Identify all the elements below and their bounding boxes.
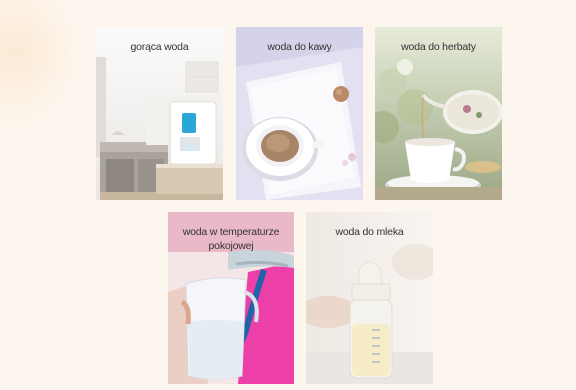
card-label: woda do kawy bbox=[267, 41, 332, 53]
card-milk-water[interactable]: woda do mleka bbox=[306, 212, 433, 384]
card-label: woda w temperaturze pokojowej bbox=[182, 226, 280, 252]
card-label: woda do herbaty bbox=[401, 41, 476, 53]
card-hot-water[interactable]: gorąca woda bbox=[96, 27, 223, 200]
card-room-temp-water[interactable]: woda w temperaturze pokojowej bbox=[168, 212, 294, 384]
card-tea-water[interactable]: woda do herbaty bbox=[375, 27, 502, 200]
background-glow bbox=[0, 0, 80, 130]
card-label: gorąca woda bbox=[130, 41, 189, 53]
card-coffee-water[interactable]: woda do kawy bbox=[236, 27, 363, 200]
card-label: woda do mleka bbox=[335, 226, 404, 238]
